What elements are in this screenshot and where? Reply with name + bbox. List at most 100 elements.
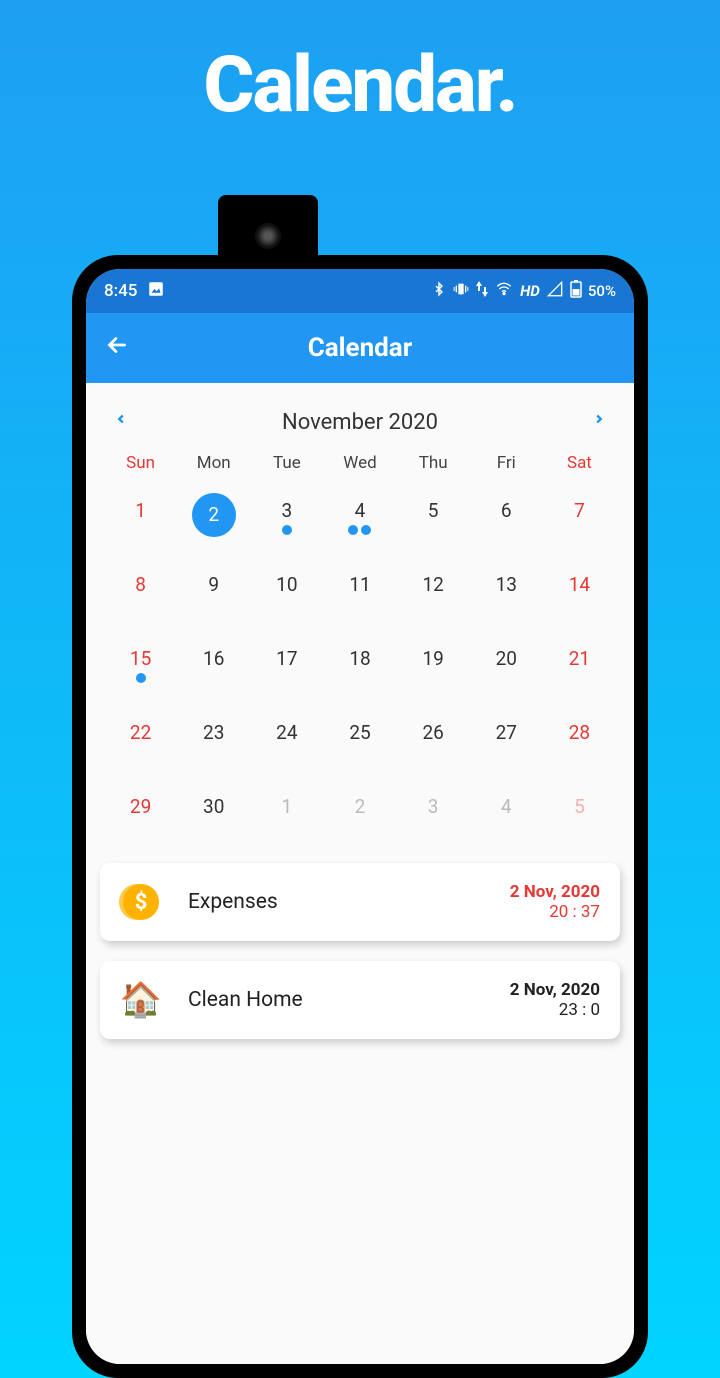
day-number: 24 [276, 715, 297, 751]
event-card[interactable]: $Expenses2 Nov, 202020 : 37 [100, 863, 620, 941]
next-month-button[interactable] [592, 409, 606, 435]
calendar-day[interactable]: 3 [397, 789, 470, 843]
day-number: 5 [428, 493, 439, 529]
status-bar: 8:45 HD [86, 269, 634, 313]
image-icon [147, 280, 165, 303]
calendar-day[interactable]: 15 [104, 641, 177, 695]
event-indicator [136, 673, 146, 683]
calendar-day[interactable]: 16 [177, 641, 250, 695]
prev-month-button[interactable] [114, 409, 128, 435]
day-number: 13 [496, 567, 517, 603]
app-bar-title: Calendar [86, 333, 634, 363]
calendar-day[interactable]: 3 [250, 493, 323, 547]
event-time: 23 : 0 [510, 1000, 600, 1020]
day-number: 20 [496, 641, 517, 677]
day-number: 19 [422, 641, 443, 677]
day-number: 3 [282, 493, 293, 529]
calendar-day[interactable]: 25 [323, 715, 396, 769]
month-label[interactable]: November 2020 [282, 410, 438, 435]
day-number: 12 [422, 567, 443, 603]
calendar-day[interactable]: 1 [104, 493, 177, 547]
day-number: 16 [203, 641, 224, 677]
calendar-day[interactable]: 24 [250, 715, 323, 769]
day-number: 14 [569, 567, 590, 603]
calendar-day[interactable]: 21 [543, 641, 616, 695]
camera-popup [218, 195, 318, 265]
calendar-day[interactable]: 6 [470, 493, 543, 547]
day-number: 30 [203, 789, 224, 825]
event-time: 20 : 37 [510, 902, 600, 922]
events-list: $Expenses2 Nov, 202020 : 37🏠Clean Home2 … [100, 863, 620, 1039]
phone-screen: 8:45 HD [86, 269, 634, 1364]
battery-icon [570, 280, 582, 302]
calendar-day[interactable]: 23 [177, 715, 250, 769]
calendar-day[interactable]: 1 [250, 789, 323, 843]
calendar-day[interactable]: 29 [104, 789, 177, 843]
day-of-week-header: Wed [323, 453, 396, 473]
status-time: 8:45 [104, 281, 137, 301]
calendar-day[interactable]: 19 [397, 641, 470, 695]
calendar-day[interactable]: 5 [397, 493, 470, 547]
content-area: November 2020 SunMonTueWedThuFriSat12345… [86, 383, 634, 1364]
calendar-day[interactable]: 17 [250, 641, 323, 695]
day-of-week-header: Sat [543, 453, 616, 473]
calendar-day[interactable]: 28 [543, 715, 616, 769]
calendar-day[interactable]: 27 [470, 715, 543, 769]
vibrate-icon [452, 281, 470, 301]
day-number: 1 [282, 789, 293, 825]
calendar-day[interactable]: 30 [177, 789, 250, 843]
day-number: 15 [130, 641, 151, 677]
day-number: 2 [355, 789, 366, 825]
calendar-day[interactable]: 22 [104, 715, 177, 769]
event-title: Expenses [188, 890, 484, 914]
day-number: 3 [428, 789, 439, 825]
day-number: 11 [349, 567, 370, 603]
calendar-day[interactable]: 14 [543, 567, 616, 621]
day-number: 26 [422, 715, 443, 751]
hd-label: HD [520, 282, 540, 300]
calendar-day[interactable]: 4 [470, 789, 543, 843]
back-button[interactable] [104, 332, 130, 365]
day-number: 27 [496, 715, 517, 751]
event-indicator [282, 525, 292, 535]
day-of-week-header: Thu [397, 453, 470, 473]
calendar-day[interactable]: 9 [177, 567, 250, 621]
data-icon [476, 281, 488, 301]
day-of-week-header: Mon [177, 453, 250, 473]
day-number: 23 [203, 715, 224, 751]
day-number: 22 [130, 715, 151, 751]
calendar-day[interactable]: 5 [543, 789, 616, 843]
house-icon: 🏠 [120, 979, 162, 1021]
money-icon: $ [120, 881, 162, 923]
battery-percent: 50% [588, 282, 616, 300]
event-card[interactable]: 🏠Clean Home2 Nov, 202023 : 0 [100, 961, 620, 1039]
calendar-day[interactable]: 11 [323, 567, 396, 621]
wifi-icon [494, 281, 514, 301]
day-number: 25 [349, 715, 370, 751]
day-number: 4 [355, 493, 366, 529]
day-number: 7 [574, 493, 585, 529]
day-number: 5 [574, 789, 585, 825]
event-indicator [348, 525, 371, 535]
calendar-day[interactable]: 7 [543, 493, 616, 547]
calendar-day[interactable]: 26 [397, 715, 470, 769]
calendar-day[interactable]: 20 [470, 641, 543, 695]
bluetooth-icon [432, 280, 446, 302]
calendar-day[interactable]: 13 [470, 567, 543, 621]
day-number: 18 [349, 641, 370, 677]
calendar-grid: SunMonTueWedThuFriSat1234567891011121314… [100, 453, 620, 863]
event-meta: 2 Nov, 202023 : 0 [510, 980, 600, 1020]
day-of-week-header: Fri [470, 453, 543, 473]
calendar-day[interactable]: 12 [397, 567, 470, 621]
calendar-day[interactable]: 4 [323, 493, 396, 547]
calendar-day[interactable]: 2 [177, 493, 250, 547]
calendar-day[interactable]: 2 [323, 789, 396, 843]
promo-title: Calendar. [0, 0, 720, 131]
day-number: 8 [135, 567, 146, 603]
calendar-day[interactable]: 18 [323, 641, 396, 695]
day-of-week-header: Tue [250, 453, 323, 473]
calendar-day[interactable]: 8 [104, 567, 177, 621]
day-of-week-header: Sun [104, 453, 177, 473]
calendar-day[interactable]: 10 [250, 567, 323, 621]
day-number: 10 [276, 567, 297, 603]
